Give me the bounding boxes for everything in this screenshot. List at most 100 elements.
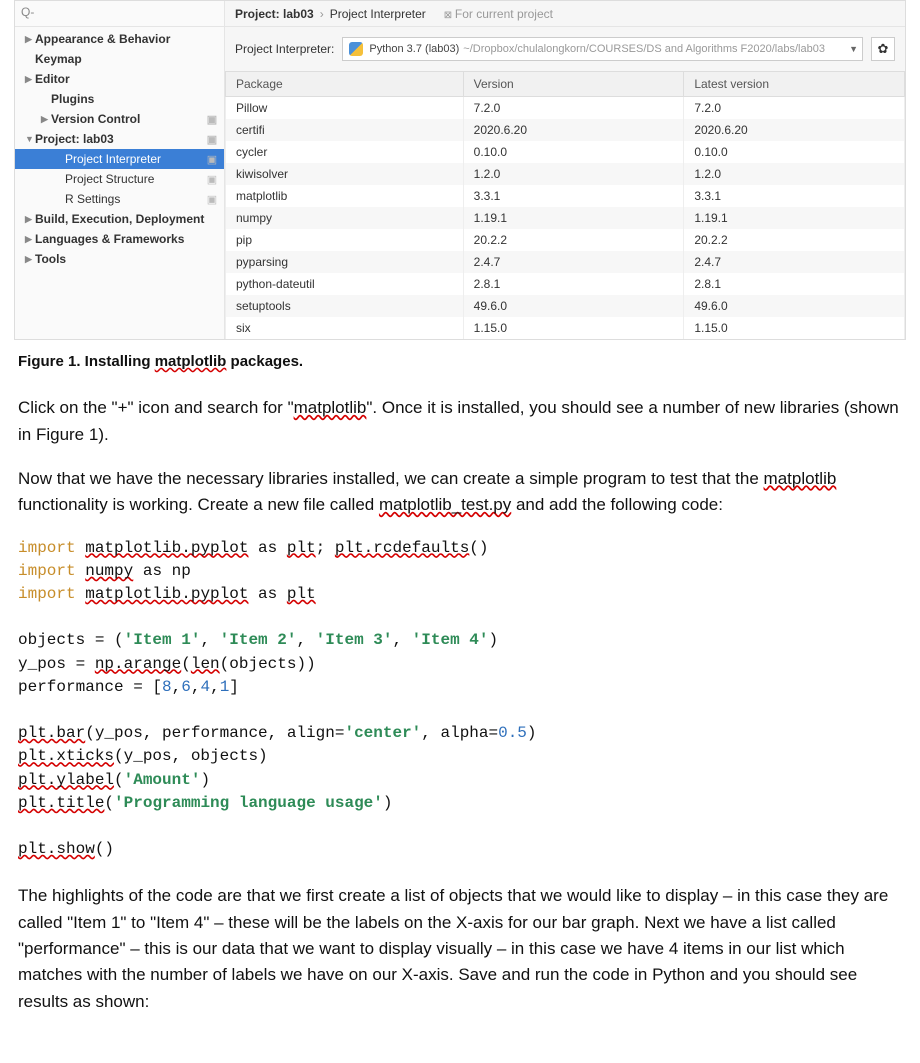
table-row[interactable]: python-dateutil2.8.12.8.1 — [226, 273, 905, 295]
tree-item-label: Keymap — [35, 52, 82, 66]
table-cell: numpy — [226, 207, 464, 229]
table-cell: 2020.6.20 — [463, 119, 684, 141]
expand-icon: ▶ — [25, 234, 35, 245]
settings-search-input[interactable]: Q- — [15, 1, 224, 27]
table-cell: 7.2.0 — [684, 97, 905, 120]
tree-item[interactable]: ▶Tools — [15, 249, 224, 269]
tree-item-label: Appearance & Behavior — [35, 32, 170, 46]
table-cell: kiwisolver — [226, 163, 464, 185]
packages-table: Package Version Latest version Pillow7.2… — [225, 71, 905, 339]
tree-item-label: Plugins — [51, 92, 94, 106]
expand-icon: ▶ — [41, 114, 51, 125]
paragraph-3: The highlights of the code are that we f… — [18, 883, 902, 1015]
table-row[interactable]: pip20.2.220.2.2 — [226, 229, 905, 251]
scope-icon: ▣ — [206, 193, 218, 205]
table-row[interactable]: matplotlib3.3.13.3.1 — [226, 185, 905, 207]
table-row[interactable]: setuptools49.6.049.6.0 — [226, 295, 905, 317]
tree-item[interactable]: ▶Editor — [15, 69, 224, 89]
code-listing: import matplotlib.pyplot as plt; plt.rcd… — [18, 537, 902, 862]
table-cell: six — [226, 317, 464, 339]
tree-item[interactable]: ▶Appearance & Behavior — [15, 29, 224, 49]
tree-item-label: Project: lab03 — [35, 132, 114, 146]
table-row[interactable]: kiwisolver1.2.01.2.0 — [226, 163, 905, 185]
breadcrumb-sep: › — [320, 7, 324, 21]
tree-item-label: Project Interpreter — [65, 152, 161, 166]
table-cell: 49.6.0 — [463, 295, 684, 317]
scope-icon: ▣ — [206, 153, 218, 165]
table-cell: 49.6.0 — [684, 295, 905, 317]
interpreter-path: ~/Dropbox/chulalongkorn/COURSES/DS and A… — [463, 43, 825, 55]
tree-item-label: Tools — [35, 252, 66, 266]
table-cell: pyparsing — [226, 251, 464, 273]
tree-item-label: Build, Execution, Deployment — [35, 212, 204, 226]
table-cell: 2020.6.20 — [684, 119, 905, 141]
settings-tree: ▶Appearance & BehaviorKeymap▶EditorPlugi… — [15, 27, 224, 275]
settings-sidebar: Q- ▶Appearance & BehaviorKeymap▶EditorPl… — [15, 1, 225, 339]
tree-item-label: Version Control — [51, 112, 140, 126]
figure-caption: Figure 1. Installing matplotlib packages… — [18, 350, 902, 373]
gear-icon: ✿ — [878, 41, 889, 57]
tree-item[interactable]: R Settings ▣ — [15, 189, 224, 209]
table-cell: 2.8.1 — [463, 273, 684, 295]
table-cell: 20.2.2 — [684, 229, 905, 251]
table-row[interactable]: Pillow7.2.07.2.0 — [226, 97, 905, 120]
col-header-latest[interactable]: Latest version — [684, 72, 905, 97]
table-row[interactable]: cycler0.10.00.10.0 — [226, 141, 905, 163]
tree-item[interactable]: Project Interpreter ▣ — [15, 149, 224, 169]
table-cell: 1.19.1 — [684, 207, 905, 229]
expand-icon: ▶ — [25, 74, 35, 85]
table-row[interactable]: numpy1.19.11.19.1 — [226, 207, 905, 229]
table-cell: 3.3.1 — [684, 185, 905, 207]
scope-icon: ▣ — [206, 173, 218, 185]
expand-icon: ▼ — [25, 134, 35, 144]
breadcrumb: Project: lab03 › Project Interpreter For… — [225, 1, 905, 27]
table-cell: 1.15.0 — [463, 317, 684, 339]
tree-item[interactable]: ▶Build, Execution, Deployment — [15, 209, 224, 229]
col-header-version[interactable]: Version — [463, 72, 684, 97]
table-cell: 1.19.1 — [463, 207, 684, 229]
tree-item[interactable]: Keymap — [15, 49, 224, 69]
tree-item[interactable]: Plugins — [15, 89, 224, 109]
table-cell: 3.3.1 — [463, 185, 684, 207]
table-cell: pip — [226, 229, 464, 251]
interpreter-label: Project Interpreter: — [235, 42, 334, 56]
tree-item-label: Editor — [35, 72, 70, 86]
table-cell: matplotlib — [226, 185, 464, 207]
expand-icon: ▶ — [25, 254, 35, 265]
tree-item-label: Languages & Frameworks — [35, 232, 184, 246]
table-cell: 7.2.0 — [463, 97, 684, 120]
gear-button[interactable]: ✿ — [871, 37, 895, 61]
table-row[interactable]: pyparsing2.4.72.4.7 — [226, 251, 905, 273]
table-cell: python-dateutil — [226, 273, 464, 295]
table-row[interactable]: six1.15.01.15.0 — [226, 317, 905, 339]
python-icon — [349, 42, 363, 56]
ide-settings-panel: Q- ▶Appearance & BehaviorKeymap▶EditorPl… — [14, 0, 906, 340]
paragraph-2: Now that we have the necessary libraries… — [18, 466, 902, 519]
table-cell: 0.10.0 — [684, 141, 905, 163]
table-row[interactable]: certifi2020.6.202020.6.20 — [226, 119, 905, 141]
tree-item[interactable]: ▼Project: lab03 ▣ — [15, 129, 224, 149]
table-cell: 2.4.7 — [463, 251, 684, 273]
expand-icon: ▶ — [25, 34, 35, 45]
tree-item[interactable]: ▶Languages & Frameworks — [15, 229, 224, 249]
table-cell: certifi — [226, 119, 464, 141]
table-cell: 0.10.0 — [463, 141, 684, 163]
tree-item-label: R Settings — [65, 192, 120, 206]
col-header-package[interactable]: Package — [226, 72, 464, 97]
scope-icon: ▣ — [206, 133, 218, 145]
scope-icon: ▣ — [206, 113, 218, 125]
breadcrumb-project: Project: lab03 — [235, 7, 314, 21]
table-cell: 1.15.0 — [684, 317, 905, 339]
table-cell: 20.2.2 — [463, 229, 684, 251]
tree-item[interactable]: Project Structure▣ — [15, 169, 224, 189]
breadcrumb-hint: For current project — [444, 7, 553, 21]
chevron-down-icon: ▼ — [849, 44, 858, 54]
table-cell: cycler — [226, 141, 464, 163]
expand-icon: ▶ — [25, 214, 35, 225]
table-cell: 1.2.0 — [684, 163, 905, 185]
table-cell: setuptools — [226, 295, 464, 317]
table-cell: 1.2.0 — [463, 163, 684, 185]
tree-item[interactable]: ▶Version Control ▣ — [15, 109, 224, 129]
table-cell: 2.4.7 — [684, 251, 905, 273]
interpreter-select[interactable]: Python 3.7 (lab03) ~/Dropbox/chulalongko… — [342, 37, 863, 61]
